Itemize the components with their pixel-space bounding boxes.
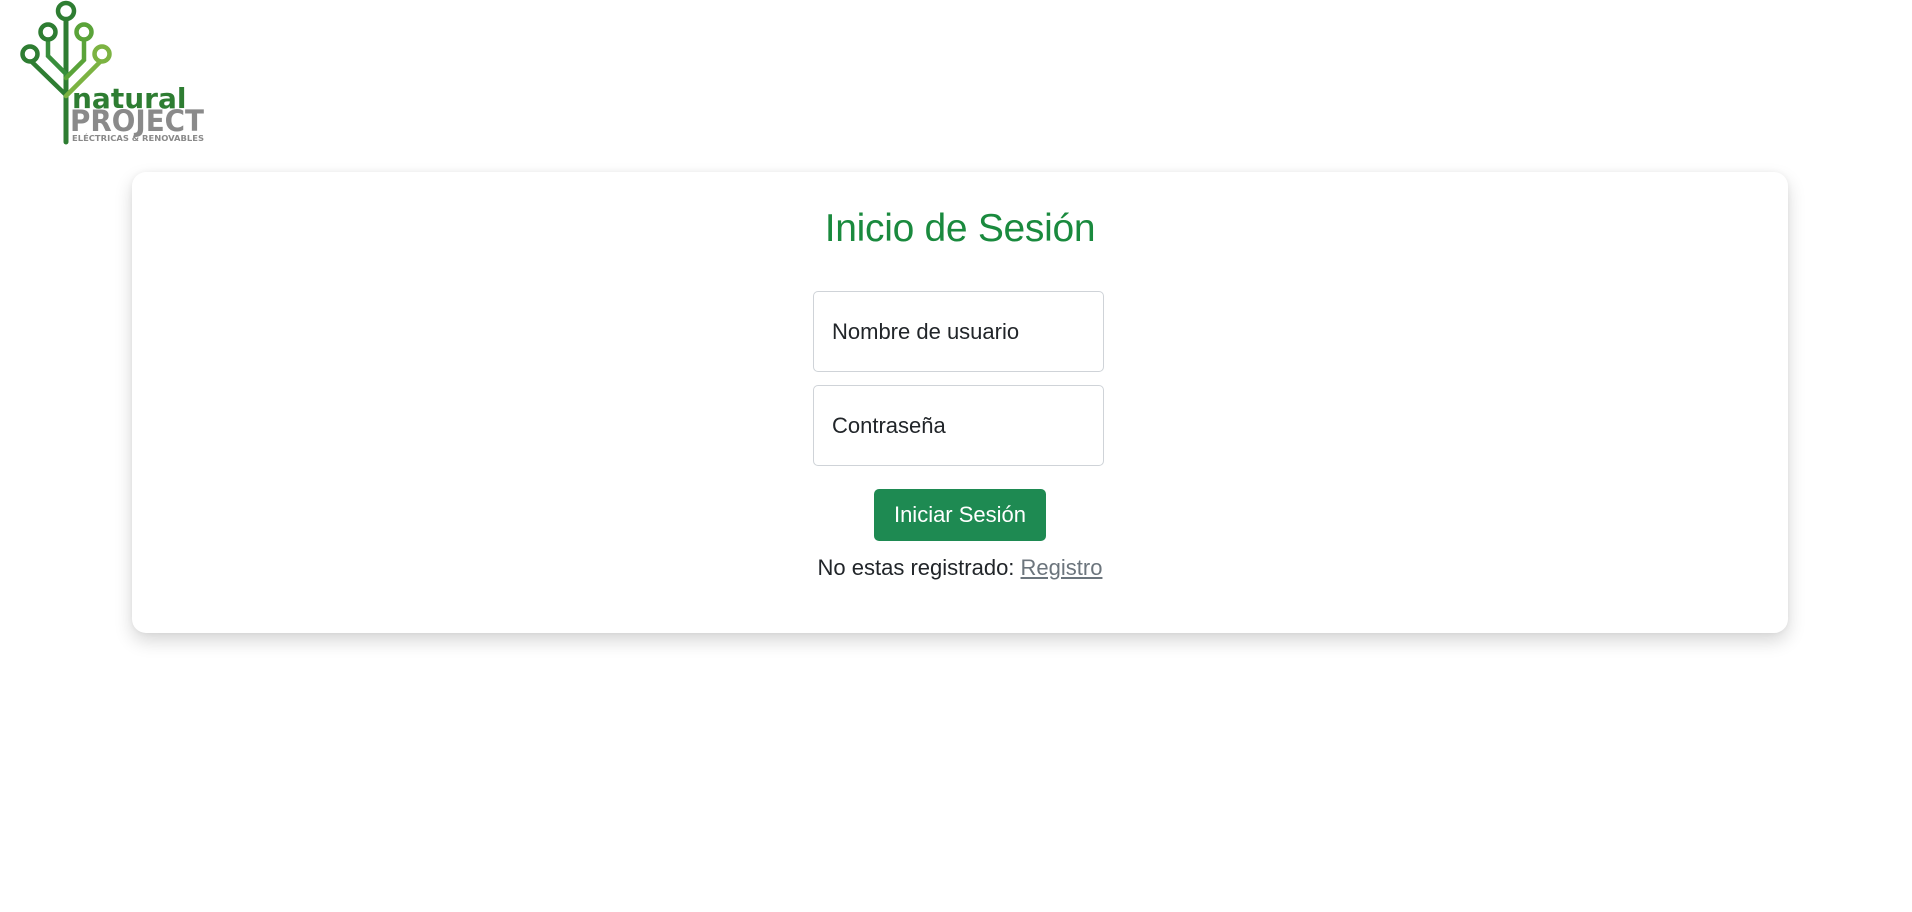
password-input[interactable] bbox=[813, 385, 1104, 466]
page-title: Inicio de Sesión bbox=[824, 207, 1096, 250]
login-card: Inicio de Sesión Iniciar Sesión No estas… bbox=[132, 172, 1788, 633]
logo-word-project: PROJECT bbox=[70, 104, 204, 138]
register-prompt: No estas registrado: bbox=[817, 555, 1021, 580]
logo-tagline: ELÉCTRICAS & RENOVABLES bbox=[72, 132, 204, 143]
username-input[interactable] bbox=[813, 291, 1104, 372]
register-line: No estas registrado: Registro bbox=[132, 553, 1788, 583]
register-link[interactable]: Registro bbox=[1021, 555, 1103, 580]
natural-project-logo: natural PROJECT ELÉCTRICAS & RENOVABLES bbox=[18, 0, 212, 148]
login-button[interactable]: Iniciar Sesión bbox=[874, 489, 1046, 541]
